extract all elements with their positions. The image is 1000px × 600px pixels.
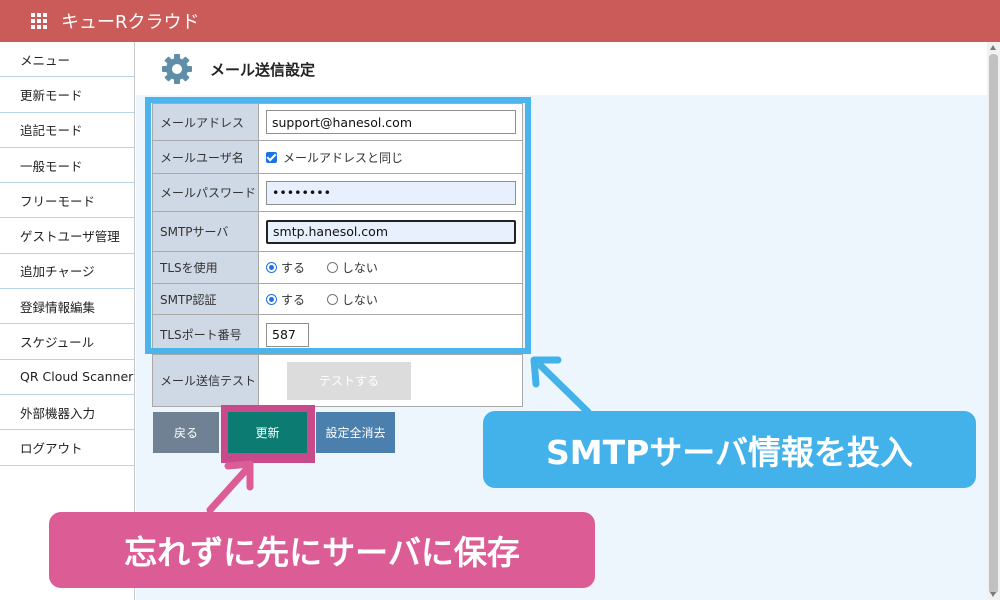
save-first-callout: 忘れずに先にサーバに保存 (49, 512, 595, 588)
pink-arrow-icon (206, 460, 254, 514)
annotation-arrows (206, 356, 592, 514)
blue-arrow-icon (530, 356, 592, 416)
scroll-down-icon[interactable] (990, 592, 996, 597)
scroll-thumb[interactable] (989, 54, 998, 594)
scroll-up-icon[interactable] (990, 45, 996, 50)
smtp-info-callout: SMTPサーバ情報を投入 (483, 411, 976, 488)
vertical-scrollbar[interactable] (987, 42, 1000, 600)
